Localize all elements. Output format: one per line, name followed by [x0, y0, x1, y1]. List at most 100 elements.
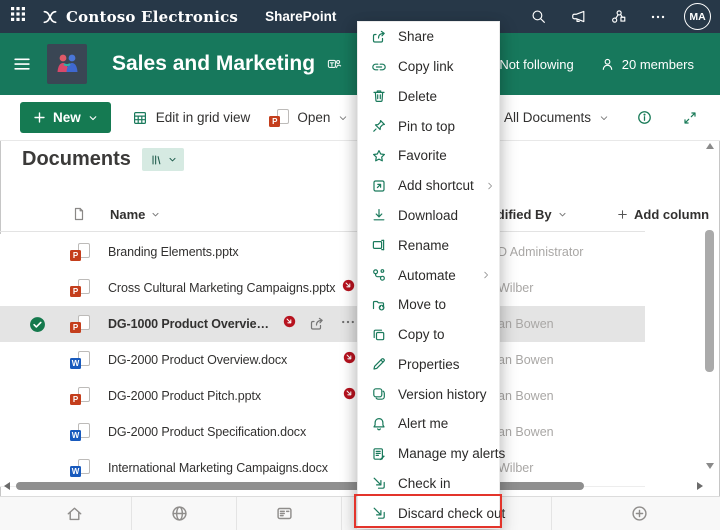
menu-item-pin-to-top[interactable]: Pin to top: [358, 111, 499, 141]
home-icon: [67, 507, 82, 521]
check-in-icon: [373, 477, 385, 490]
word-file-icon: W: [70, 351, 90, 369]
menu-item-manage-my-alerts[interactable]: Manage my alerts: [358, 439, 505, 469]
expand-button[interactable]: [682, 110, 698, 126]
menu-item-rename[interactable]: Rename: [358, 230, 499, 260]
add-shortcut-icon: [373, 180, 385, 192]
name-cell: Cross Cultural Marketing Campaigns.pptx: [108, 270, 356, 306]
file-name[interactable]: Cross Cultural Marketing Campaigns.pptx: [108, 281, 336, 295]
file-name[interactable]: DG-2000 Product Overview.docx: [108, 353, 287, 367]
chevron-down-icon: [600, 115, 608, 120]
hscroll-right-arrow[interactable]: [697, 482, 703, 490]
org-chart-button[interactable]: [598, 8, 638, 25]
menu-item-favorite[interactable]: Favorite: [358, 141, 499, 171]
delete-icon: [373, 90, 385, 103]
footer-news-button[interactable]: [275, 504, 294, 523]
plus-icon: [34, 112, 45, 123]
footer-divider: [236, 497, 237, 530]
checked-out-badge: [343, 387, 356, 405]
copy-to-icon: [373, 329, 385, 340]
menu-item-label: Discard check out: [398, 505, 506, 521]
megaphone-button[interactable]: [558, 8, 598, 25]
table-row[interactable]: W DG-2000 Product Specification.docx an Bo…: [0, 414, 645, 451]
add-circle-icon: [632, 506, 647, 521]
more-horizontal-icon: [651, 15, 665, 18]
file-name[interactable]: Branding Elements.pptx: [108, 245, 239, 259]
open-button[interactable]: P Open: [269, 108, 348, 127]
account-avatar[interactable]: MA: [684, 3, 711, 30]
modified-by-cell: an Bowen: [498, 353, 554, 367]
more-options-button[interactable]: [638, 9, 678, 25]
vscroll-up-arrow[interactable]: [706, 143, 714, 149]
hscroll-left-arrow[interactable]: [4, 482, 10, 490]
menu-item-label: Share: [398, 29, 435, 45]
table-row[interactable]: P Cross Cultural Marketing Campaigns.pptx…: [0, 270, 645, 307]
row-share-button[interactable]: [309, 316, 325, 332]
name-cell: International Marketing Campaigns.docx: [108, 450, 356, 486]
table-row[interactable]: W DG-2000 Product Overview.docx an Bowen: [0, 342, 645, 379]
chevron-right-icon: [488, 182, 492, 189]
footer-home-button[interactable]: [65, 504, 84, 523]
table-row[interactable]: P DG-2000 Product Pitch.pptx an Bowen: [0, 378, 645, 415]
search-button[interactable]: [518, 8, 558, 25]
name-column-header[interactable]: Name: [110, 196, 160, 232]
menu-item-add-shortcut[interactable]: Add shortcut: [358, 171, 499, 201]
info-button[interactable]: [636, 109, 653, 126]
menu-item-version-history[interactable]: Version history: [358, 379, 499, 409]
sharepoint-label[interactable]: SharePoint: [265, 9, 336, 24]
sharepoint-app-window: Contoso Electronics SharePoint MA Sales …: [0, 0, 720, 530]
name-cell: DG-2000 Product Overview.docx: [108, 342, 356, 378]
powerpoint-file-icon: P: [70, 279, 90, 297]
modified-by-cell: D Administrator: [498, 245, 584, 259]
waffle-icon[interactable]: [10, 6, 26, 27]
contoso-logo-icon: [43, 10, 57, 23]
vscroll-down-arrow[interactable]: [706, 463, 714, 469]
footer-add-button[interactable]: [630, 504, 649, 523]
file-name[interactable]: DG-1000 Product Overview.pptx: [108, 317, 276, 331]
file-name[interactable]: International Marketing Campaigns.docx: [108, 461, 328, 475]
new-button[interactable]: New: [20, 102, 111, 133]
checked-out-badge: [342, 279, 355, 297]
grid-icon: [133, 111, 146, 124]
name-cell: DG-2000 Product Specification.docx: [108, 414, 356, 450]
file-name[interactable]: DG-2000 Product Pitch.pptx: [108, 389, 261, 403]
selected-check-icon[interactable]: [29, 316, 46, 333]
file-type-column-header[interactable]: [71, 196, 87, 232]
menu-item-label: Copy to: [398, 327, 445, 343]
menu-item-discard-check-out[interactable]: Discard check out: [358, 498, 505, 528]
menu-item-properties[interactable]: Properties: [358, 349, 499, 379]
table-header-divider: [0, 231, 645, 232]
menu-item-delete[interactable]: Delete: [358, 82, 499, 112]
edit-grid-view-button[interactable]: Edit in grid view: [132, 110, 250, 126]
more-horizontal-icon: [342, 320, 354, 323]
menu-item-download[interactable]: Download: [358, 201, 499, 231]
download-icon: [373, 209, 385, 221]
globe-icon: [172, 506, 187, 521]
file-name[interactable]: DG-2000 Product Specification.docx: [108, 425, 306, 439]
menu-item-copy-link[interactable]: Copy link: [358, 52, 499, 82]
alert-me-icon: [373, 417, 385, 431]
menu-item-share[interactable]: Share: [358, 22, 499, 52]
menu-item-label: Add shortcut: [398, 178, 474, 194]
table-row[interactable]: P Branding Elements.pptx D Administrator: [0, 234, 645, 271]
org-chart-icon: [611, 10, 625, 23]
menu-item-copy-to[interactable]: Copy to: [358, 320, 499, 350]
menu-item-label: Check in: [398, 475, 451, 491]
menu-item-move-to[interactable]: Move to: [358, 290, 499, 320]
add-column-label: Add column: [634, 206, 710, 222]
row-more-button[interactable]: [340, 314, 356, 335]
vertical-scrollbar-thumb[interactable]: [705, 230, 714, 372]
menu-item-automate[interactable]: Automate: [358, 260, 499, 290]
discard-check-out-icon: [373, 507, 385, 519]
brand[interactable]: Contoso Electronics: [41, 8, 238, 26]
menu-item-check-in[interactable]: Check in: [358, 468, 499, 498]
menu-item-alert-me[interactable]: Alert me: [358, 409, 499, 439]
menu-item-label: Properties: [398, 356, 460, 372]
add-column-button[interactable]: Add column: [617, 196, 709, 232]
context-menu: Share Copy link Delete Pin to top Favorite Ad…: [357, 21, 505, 529]
footer-globe-button[interactable]: [170, 504, 189, 523]
table-row[interactable]: P DG-1000 Product Overview.pptx an Bowen: [0, 306, 645, 343]
share-icon: [310, 317, 323, 330]
rename-icon: [372, 240, 385, 251]
properties-icon: [373, 358, 385, 370]
